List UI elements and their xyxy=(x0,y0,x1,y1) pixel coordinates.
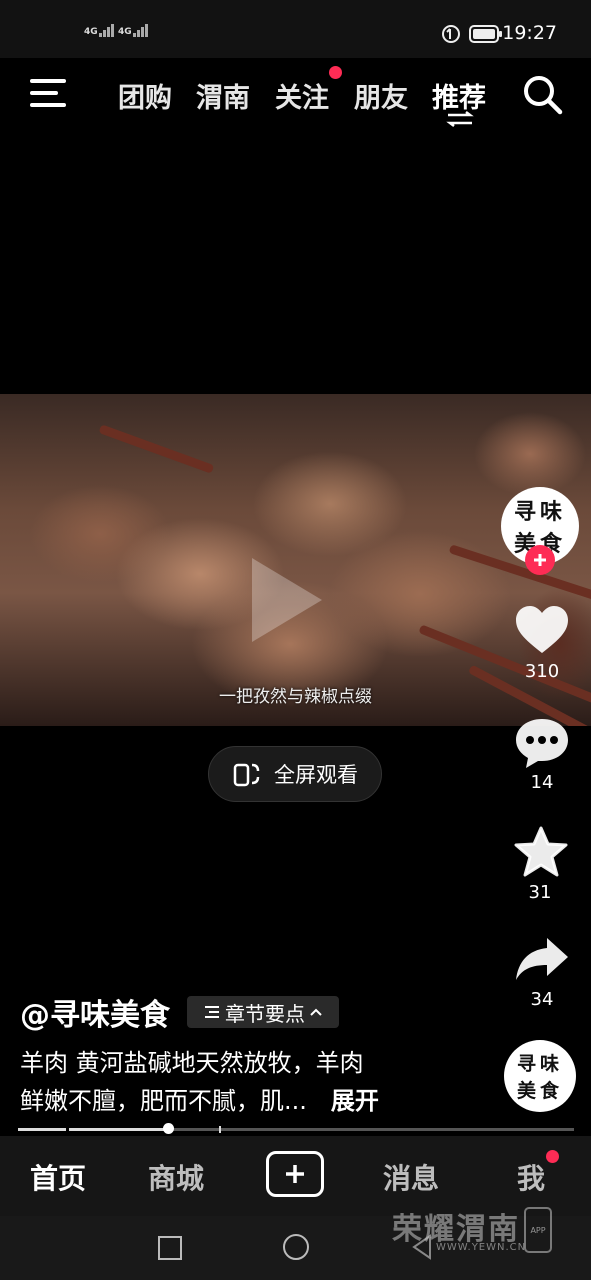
sim1-label: 4G xyxy=(84,27,98,37)
home-icon[interactable] xyxy=(283,1234,309,1260)
play-icon[interactable] xyxy=(252,558,322,642)
video-subtitle: 一把孜然与辣椒点缀 xyxy=(219,687,372,707)
heart-icon[interactable] xyxy=(514,604,570,656)
favorite-count: 31 xyxy=(528,882,552,903)
share-count: 34 xyxy=(530,989,554,1010)
star-icon[interactable] xyxy=(514,826,568,878)
watermark-phone-icon: APP xyxy=(524,1207,552,1253)
switch-arrows-icon xyxy=(446,111,474,127)
progress-fill xyxy=(18,1128,169,1131)
like-count: 310 xyxy=(524,661,560,682)
fullscreen-label: 全屏观看 xyxy=(274,763,358,787)
tab-messages[interactable]: 消息 xyxy=(383,1157,439,1197)
signal-icon-sim2: 4G xyxy=(118,24,148,37)
tab-friends[interactable]: 朋友 xyxy=(354,76,408,115)
disc-text-line1: 寻味 xyxy=(516,1053,563,1075)
chevron-up-icon xyxy=(310,1008,322,1016)
tab-recommend[interactable]: 推荐 xyxy=(432,76,486,115)
tab-group-buy[interactable]: 团购 xyxy=(118,76,172,115)
recents-icon[interactable] xyxy=(158,1236,182,1260)
description-line2: 鲜嫩不膻，肥而不腻，肌... 展开 xyxy=(20,1081,379,1116)
progress-knob[interactable] xyxy=(163,1123,175,1134)
tab-following[interactable]: 关注 xyxy=(275,76,329,115)
plus-icon xyxy=(534,554,546,566)
tab-home[interactable]: 首页 xyxy=(30,1157,86,1197)
data-saver-icon xyxy=(442,25,460,43)
list-icon xyxy=(205,1006,219,1018)
disc-text-line2: 美食 xyxy=(516,1080,563,1102)
notification-dot xyxy=(546,1150,559,1163)
description-text: 鲜嫩不膻，肥而不腻，肌... xyxy=(20,1087,307,1115)
chapter-marker xyxy=(219,1126,221,1133)
tab-weinan[interactable]: 渭南 xyxy=(196,76,250,115)
fullscreen-button[interactable]: 全屏观看 xyxy=(208,746,382,802)
tab-me[interactable]: 我 xyxy=(517,1157,545,1197)
sim2-label: 4G xyxy=(118,27,132,37)
author-name[interactable]: @寻味美食 xyxy=(20,990,170,1034)
avatar-text-line1: 寻味 xyxy=(513,499,566,525)
music-disc-avatar[interactable]: 寻味 美食 xyxy=(504,1040,576,1112)
share-icon[interactable] xyxy=(514,936,570,982)
signal-icon-sim1: 4G xyxy=(84,24,114,37)
status-time: 19:27 xyxy=(502,22,557,44)
comment-count: 14 xyxy=(530,772,554,793)
description-line1: 羊肉 黄河盐碱地天然放牧，羊肉 xyxy=(20,1049,364,1077)
chapter-marker xyxy=(66,1128,69,1131)
notification-dot xyxy=(329,66,342,79)
comment-icon[interactable] xyxy=(514,716,570,770)
watermark-url: WWW.YEWN.CN xyxy=(436,1242,527,1253)
search-icon[interactable] xyxy=(522,74,564,116)
chapter-label: 章节要点 xyxy=(225,1001,305,1026)
plus-icon xyxy=(286,1165,304,1183)
follow-button[interactable] xyxy=(525,545,555,575)
expand-button[interactable]: 展开 xyxy=(331,1087,379,1115)
menu-icon[interactable] xyxy=(30,78,68,108)
fullscreen-icon xyxy=(233,763,260,787)
battery-icon xyxy=(469,25,502,43)
chapter-points-button[interactable]: 章节要点 xyxy=(187,996,339,1028)
tab-mall[interactable]: 商城 xyxy=(148,1157,204,1197)
create-button[interactable] xyxy=(266,1151,324,1197)
watermark-app-label: APP xyxy=(530,1225,546,1235)
